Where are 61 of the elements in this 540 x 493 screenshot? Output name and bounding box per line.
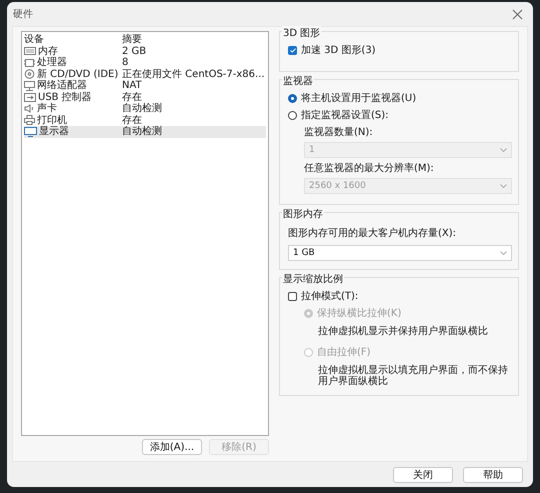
device-row[interactable]: 内存 2 GB	[24, 46, 266, 57]
radio-label: 自由拉伸(F)	[317, 346, 371, 359]
chevron-icon	[500, 148, 507, 152]
radio-label: 指定监视器设置(S):	[301, 108, 389, 122]
speaker-icon	[24, 104, 35, 114]
group-title: 图形内存	[282, 207, 324, 221]
checkbox-label: 加速 3D 图形(3)	[301, 44, 376, 57]
device-row[interactable]: USB 控制器 存在	[24, 92, 266, 103]
monitor-icon	[24, 126, 37, 137]
chip-icon	[24, 58, 35, 68]
chevron-icon	[500, 184, 507, 188]
device-row[interactable]: 声卡 自动检测	[24, 103, 266, 114]
device-row[interactable]: 新 CD/DVD (IDE) 正在使用文件 CentOS-7-x86...	[24, 68, 266, 80]
device-row[interactable]: 网络适配器 NAT	[24, 80, 266, 92]
radio-label: 将主机设置用于监视器(U)	[301, 92, 416, 105]
column-header: 设备	[24, 34, 45, 46]
window-title: 硬件	[13, 8, 33, 21]
device-summary: NAT	[122, 80, 142, 92]
dialog-button[interactable]: 关闭	[393, 466, 453, 482]
device-summary: 2 GB	[122, 46, 146, 57]
option-description: 拉伸虚拟机显示并保持用户界面纵横比	[317, 326, 489, 337]
disc-icon	[24, 69, 35, 80]
field-label: 图形内存可用的最大客户机内存量(X):	[288, 226, 458, 240]
close-icon[interactable]	[510, 6, 525, 22]
device-summary: 自动检测	[122, 126, 162, 138]
checkbox-label: 拉伸模式(T):	[301, 290, 358, 303]
group-title: 监视器	[282, 74, 314, 88]
checkbox[interactable]	[288, 46, 297, 54]
radio-button[interactable]	[288, 94, 297, 102]
device-row[interactable]: 打印机 存在	[24, 114, 266, 126]
dialog-button[interactable]: 帮助	[463, 466, 523, 482]
device-name: 显示器	[39, 126, 69, 138]
dropdown[interactable]: 1 GB	[288, 245, 512, 261]
device-summary: 存在	[122, 92, 142, 103]
usb-icon	[24, 92, 36, 102]
field-label: 监视器数量(N):	[304, 126, 374, 139]
device-summary: 自动检测	[122, 103, 162, 114]
device-summary: 正在使用文件 CentOS-7-x86...	[122, 68, 265, 80]
device-summary: 存在	[122, 114, 142, 126]
device-name: 打印机	[37, 114, 67, 126]
option-description: 拉伸虚拟机显示以填充用户界面，而不保持用户界面纵横比	[317, 365, 509, 387]
radio-button[interactable]	[288, 110, 297, 120]
device-name: USB 控制器	[38, 92, 92, 102]
network-icon	[24, 80, 35, 91]
chevron-icon	[500, 251, 507, 255]
group-title: 3D 图形	[282, 26, 322, 40]
device-name: 处理器	[37, 57, 67, 68]
device-name: 网络适配器	[37, 80, 87, 92]
group-title: 显示缩放比例	[282, 272, 344, 286]
device-row[interactable]: 显示器 自动检测	[24, 126, 266, 138]
device-name: 新 CD/DVD (IDE)	[37, 68, 118, 80]
column-header: 摘要	[122, 34, 142, 46]
field-label: 任意监视器的最大分辨率(M):	[304, 162, 435, 175]
device-name: 内存	[38, 46, 58, 56]
device-row[interactable]: 处理器 8	[24, 57, 266, 68]
radio-label: 保持纵横比拉伸(K)	[317, 306, 402, 320]
device-name: 声卡	[37, 103, 57, 114]
device-summary: 8	[122, 57, 128, 68]
checkbox[interactable]	[288, 292, 297, 300]
add-button[interactable]: 添加(A)...	[142, 439, 202, 455]
memory-icon	[24, 47, 36, 56]
